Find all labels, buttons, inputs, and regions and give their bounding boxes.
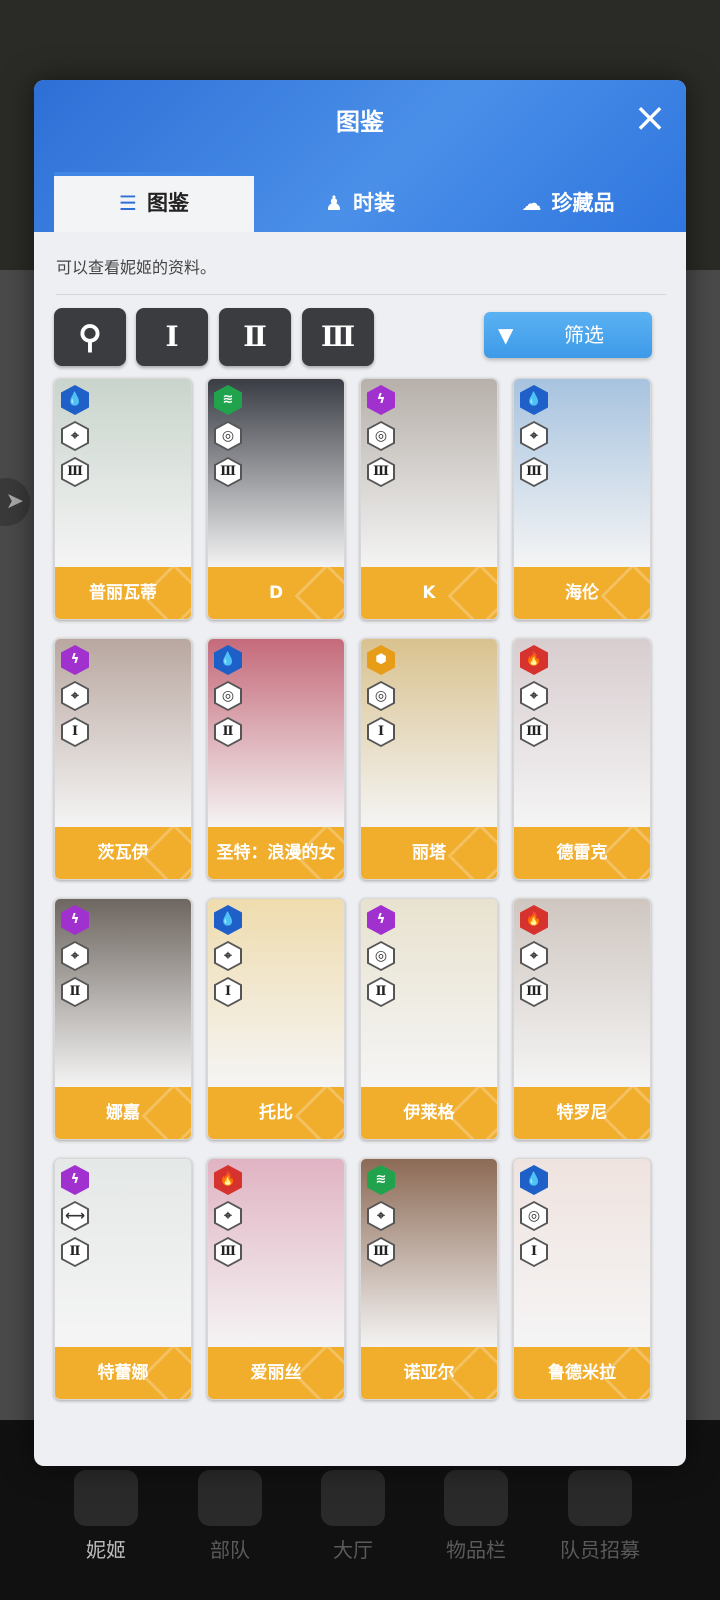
character-card[interactable]: ϟ ⌖ Ⅱ 娜嘉 [54, 898, 192, 1140]
character-card[interactable]: 🔥 ⌖ Ⅲ 特罗尼 [513, 898, 651, 1140]
character-name: 爱丽丝 [208, 1347, 344, 1399]
character-name: K [361, 567, 497, 619]
character-card[interactable]: 🔥 ⌖ Ⅲ 德雷克 [513, 638, 651, 880]
character-card[interactable]: 💧 ⌖ Ⅲ 海伦 [513, 378, 651, 620]
tab-label: 图鉴 [146, 191, 189, 215]
character-name: 鲁德米拉 [514, 1347, 650, 1399]
costume-icon: ♟ [325, 191, 343, 215]
burst-3-filter-button[interactable]: Ⅲ [302, 308, 374, 366]
character-name: 普丽瓦蒂 [55, 567, 191, 619]
nav-item: 妮姬 [36, 1470, 176, 1563]
character-card[interactable]: ≋ ◎ Ⅲ D [207, 378, 345, 620]
character-name: 特蕾娜 [55, 1347, 191, 1399]
character-card[interactable]: 🔥 ⌖ Ⅲ 爱丽丝 [207, 1158, 345, 1400]
nav-label: 妮姬 [86, 1538, 126, 1562]
modal-header: 图鉴 × ☰ 图鉴 ♟ 时装 ☁ 珍藏品 [34, 80, 686, 232]
close-icon[interactable]: × [630, 98, 670, 140]
tab-label: 时装 [352, 191, 395, 215]
character-card[interactable]: ⬢ ◎ Ⅰ 丽塔 [360, 638, 498, 880]
burst-2-filter-button[interactable]: Ⅱ [219, 308, 291, 366]
nav-label: 队员招募 [560, 1538, 640, 1562]
tab-collection[interactable]: ☁ 珍藏品 [468, 174, 668, 232]
character-card[interactable]: ϟ ⌖ Ⅰ 茨瓦伊 [54, 638, 192, 880]
nav-item: 队员招募 [530, 1470, 670, 1563]
character-name: 茨瓦伊 [55, 827, 191, 879]
nav-icon [74, 1470, 138, 1526]
character-name: 丽塔 [361, 827, 497, 879]
character-name: D [208, 567, 344, 619]
character-name: 海伦 [514, 567, 650, 619]
nav-label: 大厅 [333, 1538, 373, 1562]
burst-1-filter-button[interactable]: Ⅰ [136, 308, 208, 366]
character-name: 托比 [208, 1087, 344, 1139]
nav-label: 物品栏 [446, 1538, 506, 1562]
search-icon: ⚲ [78, 318, 102, 356]
character-name: 娜嘉 [55, 1087, 191, 1139]
modal-title: 图鉴 [336, 108, 384, 136]
character-card[interactable]: ϟ ⟷ Ⅱ 特蕾娜 [54, 1158, 192, 1400]
description-text: 可以查看妮姬的资料。 [56, 258, 217, 277]
character-card[interactable]: 💧 ◎ Ⅱ 圣特：浪漫的女 [207, 638, 345, 880]
character-name: 圣特：浪漫的女 [208, 827, 344, 879]
divider [56, 294, 666, 295]
nav-icon [321, 1470, 385, 1526]
list-icon: ☰ [119, 191, 137, 215]
filter-label: 筛选 [564, 323, 604, 347]
tab-label: 珍藏品 [551, 191, 615, 215]
character-name: 伊莱格 [361, 1087, 497, 1139]
tab-codex[interactable]: ☰ 图鉴 [54, 172, 254, 232]
nav-item: 物品栏 [406, 1470, 546, 1563]
character-card[interactable]: 💧 ◎ Ⅰ 鲁德米拉 [513, 1158, 651, 1400]
nav-label: 部队 [210, 1538, 250, 1562]
collection-icon: ☁ [521, 191, 542, 215]
codex-modal: 图鉴 × ☰ 图鉴 ♟ 时装 ☁ 珍藏品 可以查看妮姬的资料。 ⚲ Ⅰ Ⅱ Ⅲ ▼ 筛… [34, 80, 686, 1466]
character-card[interactable]: ϟ ◎ Ⅱ 伊莱格 [360, 898, 498, 1140]
character-name: 特罗尼 [514, 1087, 650, 1139]
nav-icon [568, 1470, 632, 1526]
filter-button[interactable]: ▼ 筛选 [484, 312, 652, 358]
tab-costume[interactable]: ♟ 时装 [260, 174, 460, 232]
character-card[interactable]: 💧 ⌖ Ⅰ 托比 [207, 898, 345, 1140]
nav-item: 部队 [160, 1470, 300, 1563]
character-name: 诺亚尔 [361, 1347, 497, 1399]
search-button[interactable]: ⚲ [54, 308, 126, 366]
character-card[interactable]: ϟ ◎ Ⅲ K [360, 378, 498, 620]
nav-item: 大厅 [283, 1470, 423, 1563]
nav-icon [198, 1470, 262, 1526]
character-card[interactable]: 💧 ⌖ Ⅲ 普丽瓦蒂 [54, 378, 192, 620]
funnel-icon: ▼ [498, 323, 514, 347]
nav-icon [444, 1470, 508, 1526]
character-card[interactable]: ≋ ⌖ Ⅲ 诺亚尔 [360, 1158, 498, 1400]
character-name: 德雷克 [514, 827, 650, 879]
